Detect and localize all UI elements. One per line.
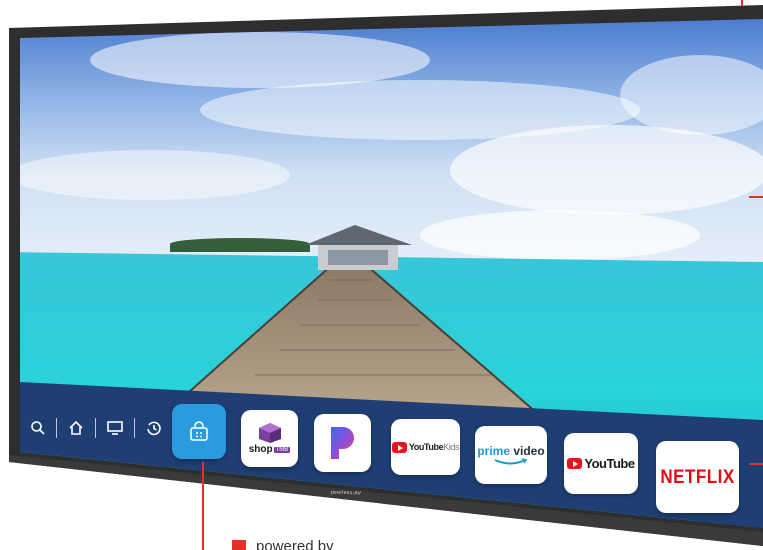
callout-line-mid xyxy=(749,196,763,198)
amazon-smile-icon xyxy=(494,458,528,465)
shop-logo: shop TMB xyxy=(249,444,291,455)
callout-line-top xyxy=(741,0,743,6)
callout-line-store xyxy=(202,462,204,550)
pandora-p-icon xyxy=(330,427,354,459)
dock-divider xyxy=(56,418,57,438)
dock-divider xyxy=(95,418,96,438)
shop-cube-icon xyxy=(258,423,281,443)
dock-divider xyxy=(134,418,135,438)
shop-label: shop xyxy=(248,444,273,455)
shopping-bag-icon xyxy=(190,420,208,441)
callout-line-lower xyxy=(749,463,763,465)
pandora-tile[interactable] xyxy=(314,414,371,472)
netflix-label: NETFLIX xyxy=(660,465,735,488)
youtube-play-icon xyxy=(391,441,407,453)
history-icon[interactable] xyxy=(145,419,163,437)
caption: powered by xyxy=(232,538,334,550)
caption-marker xyxy=(232,539,246,550)
prime-video-logo: prime video xyxy=(477,444,544,458)
shop-sub-label: TMB xyxy=(273,446,291,453)
home-icon[interactable] xyxy=(67,419,85,437)
youtube-logo: YouTube xyxy=(567,456,635,471)
prime-video-tile[interactable]: prime video xyxy=(475,426,547,484)
tv-input-icon[interactable] xyxy=(106,419,124,437)
youtube-kids-logo: YouTubeKids xyxy=(391,441,460,453)
app-store-tile[interactable] xyxy=(172,404,226,459)
youtube-play-icon xyxy=(567,458,583,469)
prime-label: prime xyxy=(477,444,510,458)
dock-quick-icons xyxy=(30,412,163,444)
shop-tmb-tile[interactable]: shop TMB xyxy=(241,410,298,467)
search-icon[interactable] xyxy=(30,420,46,436)
product-image: shop TMB YouTubeKids prime video YouTube… xyxy=(0,0,763,550)
youtube-label: YouTube xyxy=(584,456,635,471)
tv-screen xyxy=(20,19,763,528)
youtube-kids-tile[interactable]: YouTubeKids xyxy=(391,419,460,475)
youtube-tile[interactable]: YouTube xyxy=(564,433,638,494)
netflix-tile[interactable]: NETFLIX xyxy=(656,441,739,513)
youtube-kids-label: YouTubeKids xyxy=(408,442,460,452)
brand-logo: peerless-AV xyxy=(330,489,362,497)
tv-illustration xyxy=(9,5,763,546)
caption-text: powered by xyxy=(256,538,334,550)
video-label: video xyxy=(513,444,545,458)
